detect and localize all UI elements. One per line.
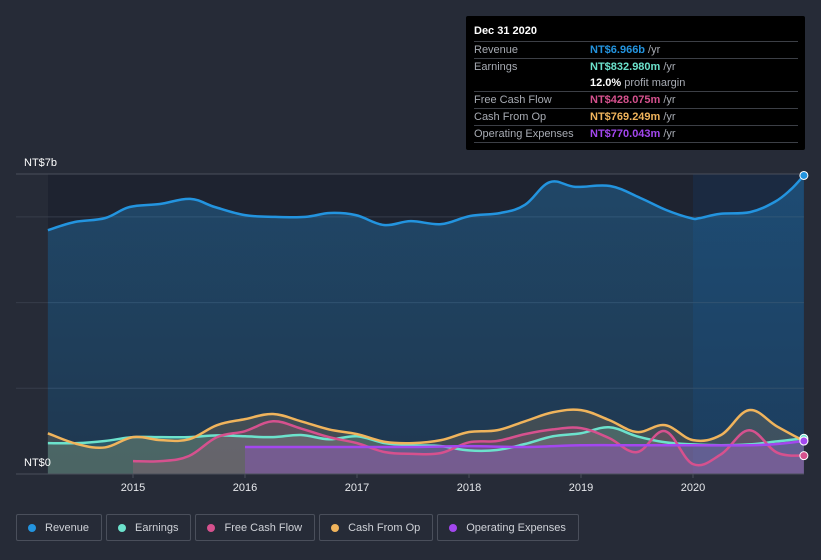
tooltip-row-unit: profit margin [624,77,686,89]
legend-item-free-cash-flow[interactable]: Free Cash Flow [195,514,316,541]
tooltip-row-value: NT$769.249m [590,111,661,123]
tooltip-row-value: NT$6.966b [590,44,646,56]
x-tick-label: 2018 [457,482,481,494]
y-tick-label-max: NT$7b [24,157,57,169]
x-tick-label: 2019 [569,482,593,494]
tooltip-row: Earnings NT$832.980m/yr [474,59,798,75]
tooltip-date: Dec 31 2020 [474,24,798,42]
tooltip-row: Cash From Op NT$769.249m/yr [474,109,798,126]
legend-dot-icon [28,523,36,532]
legend-label: Operating Expenses [466,521,566,534]
legend-label: Earnings [135,521,179,534]
tooltip-row-label [474,75,590,91]
tooltip-row-value: 12.0% [590,77,622,89]
tooltip-row-label: Revenue [474,44,519,56]
tooltip-row-unit: /yr [648,44,661,56]
tooltip-row: Revenue NT$6.966b/yr [474,42,798,59]
legend: Revenue Earnings Free Cash Flow Cash From O… [16,514,579,541]
tooltip-row-unit: /yr [663,94,676,106]
legend-dot-icon [118,523,127,532]
x-tick-label: 2015 [121,482,145,494]
tooltip-row: Free Cash Flow NT$428.075m/yr [474,92,798,109]
tooltip-row-value: NT$832.980m [590,61,661,73]
tooltip-row-label: Earnings [474,61,518,73]
legend-item-earnings[interactable]: Earnings [106,514,192,541]
point-free-cash-flow [799,451,809,461]
legend-dot-icon [449,523,458,532]
tooltip-row-label: Cash From Op [474,111,547,123]
legend-label: Revenue [45,521,90,534]
legend-label: Cash From Op [348,521,421,534]
tooltip-row-label: Operating Expenses [474,128,574,140]
legend-item-operating-expenses[interactable]: Operating Expenses [437,514,579,541]
point-revenue [799,170,809,180]
tooltip-row-label: Free Cash Flow [474,94,552,106]
legend-item-cash-from-op[interactable]: Cash From Op [319,514,434,541]
x-tick-label: 2016 [233,482,257,494]
point-operating-expenses [799,436,809,446]
x-tick-label: 2017 [345,482,369,494]
tooltip: Dec 31 2020 Revenue NT$6.966b/yr Earnings N… [466,16,805,150]
tooltip-row-unit: /yr [663,61,676,73]
legend-item-revenue[interactable]: Revenue [16,514,103,541]
tooltip-row: Operating Expenses NT$770.043m/yr [474,126,798,143]
tooltip-row-value: NT$770.043m [590,128,661,140]
tooltip-row: 12.0% profit margin [474,75,798,92]
tooltip-row-value: NT$428.075m [590,94,661,106]
y-tick-label-zero: NT$0 [24,457,51,469]
legend-label: Free Cash Flow [224,521,303,534]
tooltip-row-unit: /yr [663,111,676,123]
x-tick-label: 2020 [681,482,705,494]
legend-dot-icon [331,523,340,532]
legend-dot-icon [207,523,216,532]
tooltip-row-unit: /yr [663,128,676,140]
